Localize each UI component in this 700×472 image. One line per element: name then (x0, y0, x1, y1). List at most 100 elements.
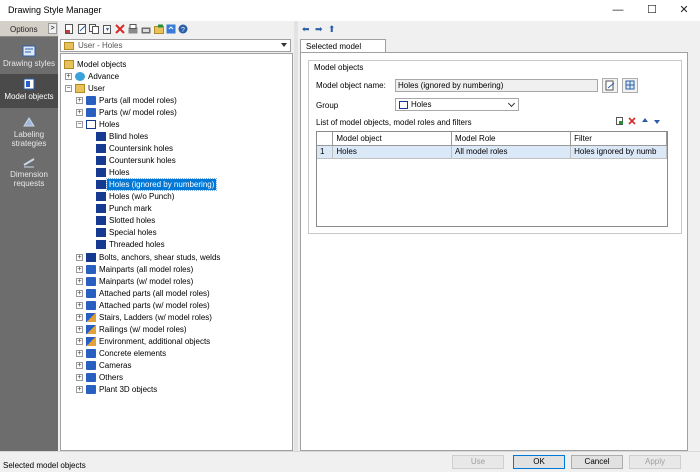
tree-node-label: Environment, additional objects (99, 337, 211, 346)
move-up-icon[interactable] (641, 117, 649, 125)
tree-toolbar: ? (60, 22, 292, 38)
hole-icon (96, 132, 106, 141)
hole-icon (96, 240, 106, 249)
sidebar-item-labeling-strategies[interactable]: Labeling strategies (0, 114, 58, 148)
import-icon[interactable] (128, 24, 138, 34)
chevron-down-icon[interactable] (281, 43, 287, 47)
part-icon (86, 289, 96, 298)
object-settings-button[interactable] (622, 78, 638, 93)
folder-icon (64, 60, 74, 69)
grid-header-model-role[interactable]: Model Role (451, 132, 572, 146)
drawing-styles-icon (22, 45, 36, 57)
tree-node-label: Railings (w/ model roles) (99, 325, 187, 334)
title-bar: Drawing Style Manager — ☐ ✕ (0, 0, 700, 21)
options-label: Options (10, 25, 38, 34)
tree-node-label: Holes (w/o Punch) (109, 192, 175, 201)
expand-icon[interactable]: + (65, 73, 72, 80)
part-icon (86, 265, 96, 274)
tree-node-label: Blind holes (109, 132, 149, 141)
minimize-button[interactable]: — (602, 0, 634, 21)
refresh-icon[interactable] (166, 24, 176, 34)
tree-node-label: Attached parts (all model roles) (99, 289, 210, 298)
grid-cell-filter[interactable]: Holes ignored by numb (570, 145, 667, 159)
collapse-sidebar-button[interactable]: > (48, 23, 57, 34)
up-arrow-icon[interactable]: ⬆ (328, 24, 336, 35)
navigation-toolbar: ⬅ ➡ ⬆ (300, 24, 360, 36)
paste-icon[interactable] (102, 24, 112, 34)
dimension-icon (23, 158, 35, 168)
edit-icon[interactable] (77, 24, 87, 34)
forward-arrow-icon[interactable]: ➡ (315, 24, 323, 35)
tab-selected-model-objects[interactable]: Selected model objects (300, 39, 386, 64)
maximize-button[interactable]: ☐ (636, 0, 668, 21)
expand-icon[interactable]: + (76, 290, 83, 297)
tree-node-label: Countersunk holes (109, 156, 176, 165)
back-arrow-icon[interactable]: ⬅ (302, 24, 310, 35)
group-select[interactable]: Holes (395, 98, 519, 111)
table-row[interactable]: 1 Holes All model roles Holes ignored by… (317, 145, 667, 159)
tree-node-label: Mainparts (w/ model roles) (99, 277, 194, 286)
expand-icon[interactable]: + (76, 302, 83, 309)
tree-node-label: Holes (99, 120, 120, 129)
new-icon[interactable] (64, 24, 74, 34)
grid-header-index (317, 132, 334, 146)
expand-icon[interactable]: + (76, 254, 83, 261)
expand-icon[interactable]: + (76, 362, 83, 369)
panel-splitter[interactable] (294, 21, 298, 451)
folder-icon (75, 84, 85, 93)
export-icon[interactable] (141, 24, 151, 34)
expand-icon[interactable]: + (76, 350, 83, 357)
cancel-button[interactable]: Cancel (571, 455, 623, 469)
expand-icon[interactable]: + (76, 326, 83, 333)
model-object-name-field[interactable]: Holes (ignored by numbering) (395, 79, 598, 92)
expand-icon[interactable]: + (76, 338, 83, 345)
use-button[interactable]: Use (452, 455, 504, 469)
filter-combobox[interactable]: User - Holes (60, 39, 291, 52)
tree-node-label: Parts (all model roles) (99, 96, 177, 105)
list-label: List of model objects, model roles and f… (316, 118, 472, 127)
tree-node-label: Plant 3D objects (99, 385, 158, 394)
expand-icon[interactable]: + (76, 97, 83, 104)
chevron-down-icon (507, 99, 516, 108)
model-objects-grid[interactable]: Model object Model Role Filter 1 Holes A… (316, 131, 668, 227)
tree-node-label: Holes (ignored by numbering) (105, 178, 218, 191)
collapse-icon[interactable]: − (76, 121, 83, 128)
sidebar-item-label: Drawing styles (2, 59, 55, 68)
environment-icon (86, 337, 96, 346)
sidebar-item-drawing-styles[interactable]: Drawing styles (0, 42, 58, 70)
sidebar-item-model-objects[interactable]: Model objects (0, 74, 58, 108)
expand-icon[interactable]: + (76, 374, 83, 381)
grid-header-filter[interactable]: Filter (570, 132, 667, 146)
expand-icon[interactable]: + (76, 266, 83, 273)
help-icon[interactable]: ? (178, 24, 188, 34)
hole-icon (96, 204, 106, 213)
sidebar-item-label: Dimension requests (10, 170, 48, 188)
delete-icon[interactable] (115, 24, 125, 34)
grid-cell-model-object[interactable]: Holes (332, 145, 453, 159)
folder-open-icon[interactable] (154, 24, 164, 34)
collapse-icon[interactable]: − (65, 85, 72, 92)
status-text: Selected model objects (3, 461, 86, 470)
expand-icon[interactable]: + (76, 278, 83, 285)
sidebar-item-label: Labeling strategies (11, 130, 47, 148)
part-icon (86, 277, 96, 286)
move-down-icon[interactable] (653, 117, 661, 125)
sidebar-item-dimension-requests[interactable]: Dimension requests (0, 154, 58, 188)
delete-row-icon[interactable] (628, 117, 636, 125)
apply-button[interactable]: Apply (629, 455, 681, 469)
model-objects-tree[interactable]: Model objects + Advance − User + Parts (… (60, 53, 293, 451)
model-objects-icon (23, 78, 35, 90)
expand-icon[interactable]: + (76, 314, 83, 321)
add-row-icon[interactable] (616, 117, 624, 125)
grid-cell-model-role[interactable]: All model roles (451, 145, 572, 159)
tree-node-label: Concrete elements (99, 349, 167, 358)
expand-icon[interactable]: + (76, 109, 83, 116)
ok-button[interactable]: OK (513, 455, 565, 469)
expand-icon[interactable]: + (76, 386, 83, 393)
edit-object-button[interactable] (602, 78, 618, 93)
close-button[interactable]: ✕ (668, 0, 700, 21)
window-title: Drawing Style Manager (8, 5, 102, 15)
copy-icon[interactable] (89, 24, 99, 34)
grid-header-model-object[interactable]: Model object (332, 132, 453, 146)
tree-node-label: Bolts, anchors, shear studs, welds (99, 253, 221, 262)
